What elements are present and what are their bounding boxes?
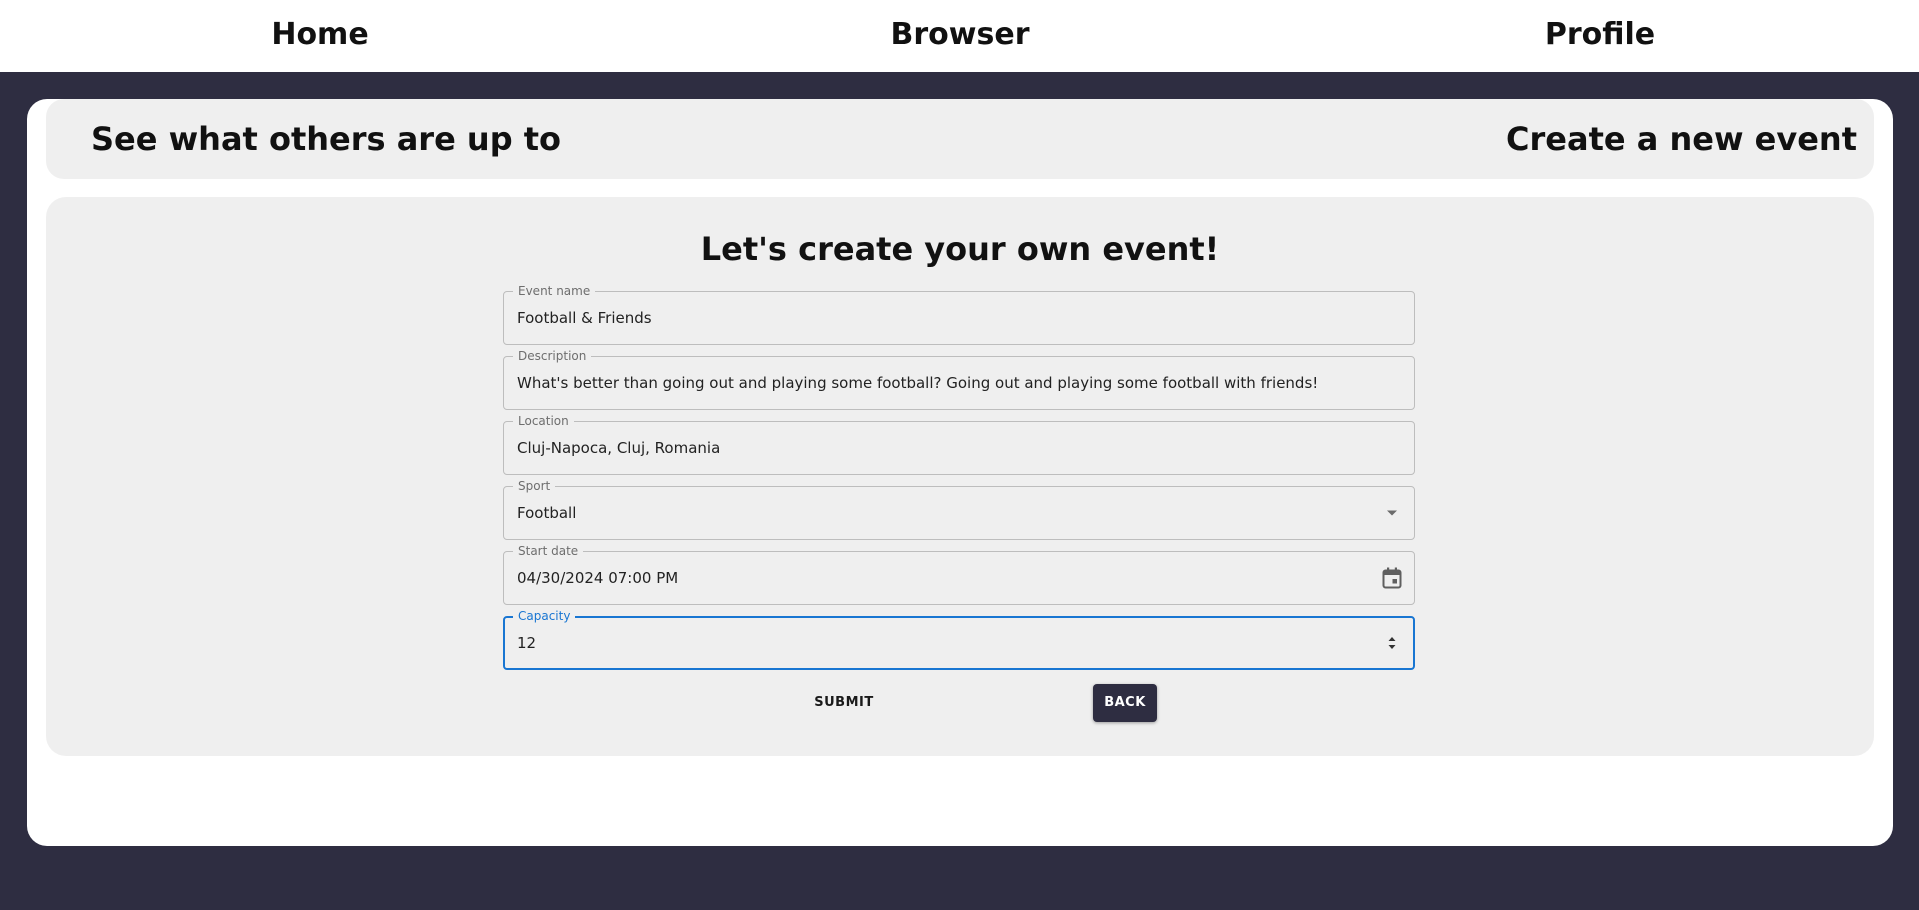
main-card: See what others are up to Create a new e… <box>27 99 1893 846</box>
sport-value: Football <box>517 504 577 522</box>
see-others-link[interactable]: See what others are up to <box>91 99 561 179</box>
back-button[interactable]: BACK <box>1093 684 1157 722</box>
spin-stepper-icon[interactable] <box>1380 617 1404 669</box>
description-value: What's better than going out and playing… <box>517 374 1319 392</box>
top-navbar: Home Browser Profile <box>0 0 1919 72</box>
location-field[interactable]: Location Cluj-Napoca, Cluj, Romania <box>503 414 1415 475</box>
sport-select[interactable]: Sport Football <box>503 479 1415 540</box>
event-name-field[interactable]: Event name Football & Friends <box>503 284 1415 345</box>
start-date-value: 04/30/2024 07:00 PM <box>517 569 679 587</box>
nav-browser-link[interactable]: Browser <box>891 0 1030 72</box>
event-subnav: See what others are up to Create a new e… <box>46 99 1874 179</box>
start-date-field[interactable]: Start date 04/30/2024 07:00 PM <box>503 544 1415 605</box>
form-title: Let's create your own event! <box>700 230 1220 268</box>
event-name-value: Football & Friends <box>517 309 652 327</box>
create-event-panel: Let's create your own event! Event name … <box>46 197 1874 756</box>
description-field[interactable]: Description What's better than going out… <box>503 349 1415 410</box>
capacity-value: 12 <box>517 634 537 652</box>
create-event-link[interactable]: Create a new event <box>1506 99 1857 179</box>
dropdown-arrow-icon[interactable] <box>1380 487 1404 539</box>
calendar-icon[interactable] <box>1380 552 1404 604</box>
nav-profile-link[interactable]: Profile <box>1545 0 1655 72</box>
location-value: Cluj-Napoca, Cluj, Romania <box>517 439 721 457</box>
nav-home-link[interactable]: Home <box>271 0 368 72</box>
submit-button[interactable]: SUBMIT <box>774 684 914 722</box>
capacity-input[interactable]: Capacity 12 <box>503 609 1415 670</box>
